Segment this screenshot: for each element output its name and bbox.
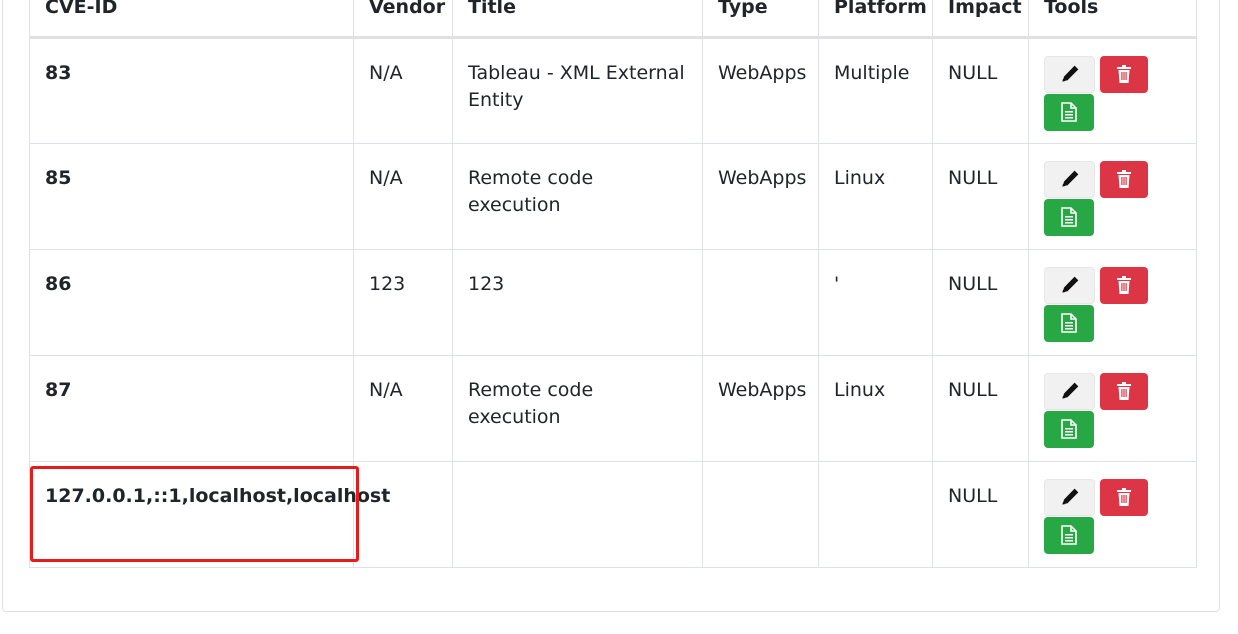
pencil-icon <box>1061 276 1078 293</box>
title-cell: 123 <box>452 248 703 356</box>
trash-icon <box>1117 65 1131 83</box>
platform-cell: ' <box>818 248 933 356</box>
file-text-icon <box>1061 525 1077 545</box>
pencil-icon <box>1061 488 1078 505</box>
type-cell <box>702 248 819 356</box>
trash-icon <box>1117 170 1131 188</box>
title-cell <box>452 460 703 568</box>
report-button[interactable] <box>1044 304 1094 342</box>
pencil-icon <box>1061 65 1078 82</box>
impact-cell: NULL <box>932 460 1029 568</box>
cve-id-cell: 85 <box>29 142 354 250</box>
edit-button[interactable] <box>1044 266 1095 304</box>
type-cell: WebApps <box>702 354 819 462</box>
vendor-cell <box>353 460 453 568</box>
pencil-icon <box>1061 170 1078 187</box>
tools-cell <box>1028 460 1197 568</box>
column-header-type[interactable]: Type <box>702 0 819 39</box>
edit-button[interactable] <box>1044 372 1095 410</box>
cve-id-cell: 87 <box>29 354 354 462</box>
impact-cell: NULL <box>932 142 1029 250</box>
table-row: 87 N/A Remote code execution WebApps Lin… <box>29 354 1197 462</box>
tools-cell <box>1028 36 1197 144</box>
column-header-vendor[interactable]: Vendor <box>353 0 453 39</box>
impact-cell: NULL <box>932 354 1029 462</box>
vendor-cell: 123 <box>353 248 453 356</box>
cve-id-cell: 86 <box>29 248 354 356</box>
cve-table: CVE-ID Vendor Title Type Platform Impact… <box>29 0 1197 568</box>
title-cell: Remote code execution <box>452 142 703 250</box>
column-header-impact[interactable]: Impact <box>932 0 1029 39</box>
file-text-icon <box>1061 419 1077 439</box>
table-row: 86 123 123 ' NULL <box>29 248 1197 356</box>
table-row: 85 N/A Remote code execution WebApps Lin… <box>29 142 1197 250</box>
table-header-row: CVE-ID Vendor Title Type Platform Impact… <box>29 0 1197 39</box>
title-cell: Tableau - XML External Entity <box>452 36 703 144</box>
cve-id-cell: 127.0.0.1,::1,localhost,localhost <box>29 460 390 568</box>
report-button[interactable] <box>1044 93 1094 131</box>
delete-button[interactable] <box>1100 478 1148 516</box>
edit-button[interactable] <box>1044 55 1095 93</box>
trash-icon <box>1117 276 1131 294</box>
impact-cell: NULL <box>932 36 1029 144</box>
tools-cell <box>1028 354 1197 462</box>
type-cell: WebApps <box>702 36 819 144</box>
type-cell <box>702 460 819 568</box>
file-text-icon <box>1061 102 1077 122</box>
table-row: 127.0.0.1,::1,localhost,localhost NULL <box>29 460 1197 568</box>
report-button[interactable] <box>1044 410 1094 448</box>
trash-icon <box>1117 382 1131 400</box>
edit-button[interactable] <box>1044 478 1095 516</box>
delete-button[interactable] <box>1100 160 1148 198</box>
column-header-tools: Tools <box>1028 0 1197 39</box>
delete-button[interactable] <box>1100 266 1148 304</box>
type-cell: WebApps <box>702 142 819 250</box>
table-row: 83 N/A Tableau - XML External Entity Web… <box>29 36 1197 144</box>
vendor-cell: N/A <box>353 142 453 250</box>
impact-cell: NULL <box>932 248 1029 356</box>
column-header-title[interactable]: Title <box>452 0 703 39</box>
file-text-icon <box>1061 207 1077 227</box>
cve-id-cell: 83 <box>29 36 354 144</box>
trash-icon <box>1117 488 1131 506</box>
pencil-icon <box>1061 382 1078 399</box>
platform-cell: Linux <box>818 354 933 462</box>
platform-cell: Multiple <box>818 36 933 144</box>
vendor-cell: N/A <box>353 354 453 462</box>
platform-cell: Linux <box>818 142 933 250</box>
report-button[interactable] <box>1044 198 1094 236</box>
vendor-cell: N/A <box>353 36 453 144</box>
report-button[interactable] <box>1044 516 1094 554</box>
title-cell: Remote code execution <box>452 354 703 462</box>
tools-cell <box>1028 142 1197 250</box>
column-header-cve-id[interactable]: CVE-ID <box>29 0 354 39</box>
delete-button[interactable] <box>1100 55 1148 93</box>
tools-cell <box>1028 248 1197 356</box>
edit-button[interactable] <box>1044 160 1095 198</box>
column-header-platform[interactable]: Platform <box>818 0 933 39</box>
delete-button[interactable] <box>1100 372 1148 410</box>
platform-cell <box>818 460 933 568</box>
file-text-icon <box>1061 313 1077 333</box>
